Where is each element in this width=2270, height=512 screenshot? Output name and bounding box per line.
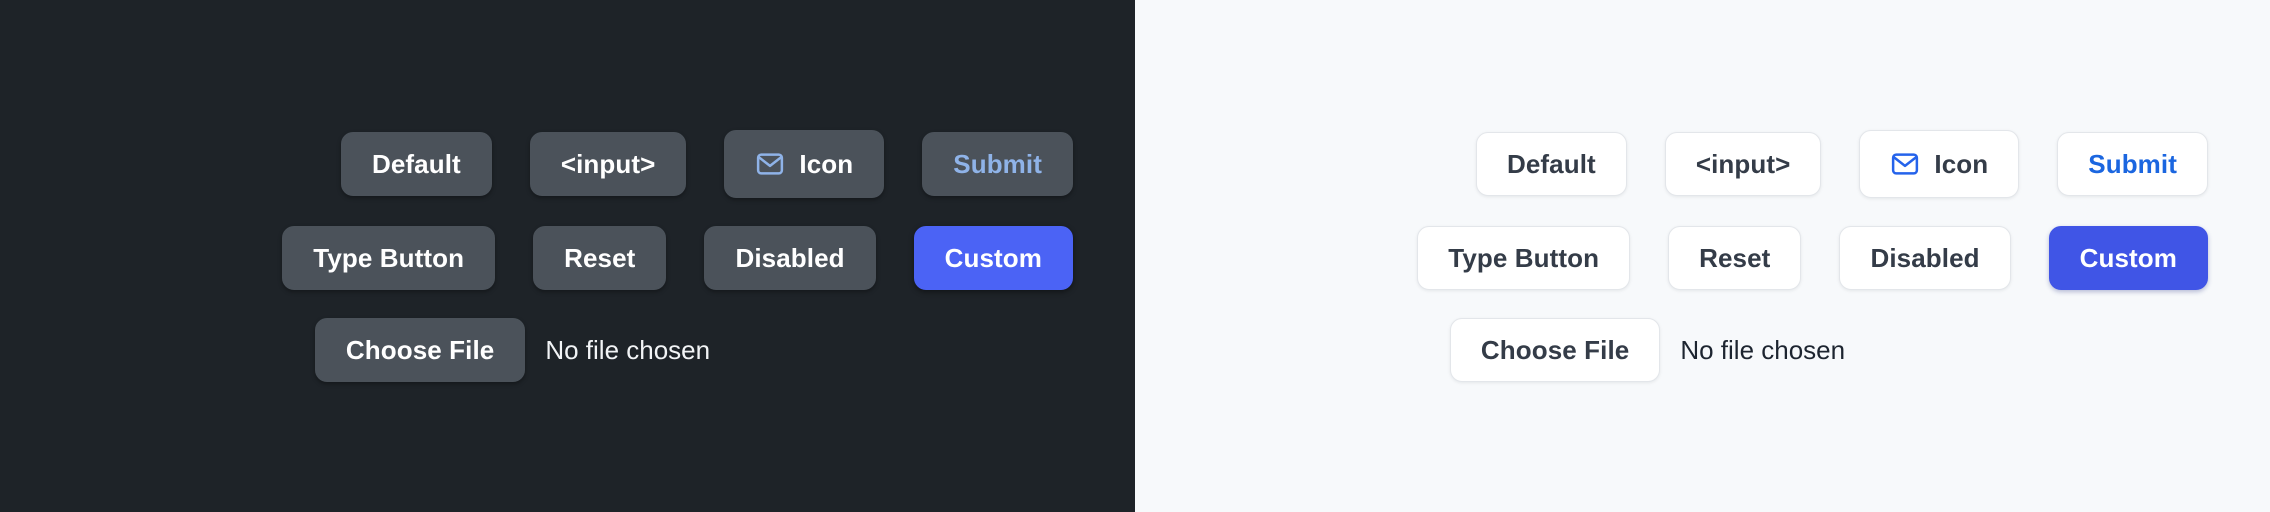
choose-file-label: Choose File bbox=[1480, 335, 1630, 365]
custom-button[interactable]: Custom bbox=[2048, 226, 2208, 290]
submit-button[interactable]: Submit bbox=[2057, 132, 2208, 196]
light-button-row-2: Type Button Reset Disabled Custom bbox=[1135, 226, 2208, 290]
default-button-label: Default bbox=[371, 149, 461, 179]
custom-button[interactable]: Custom bbox=[913, 226, 1073, 290]
light-button-groups: Default <input> Icon Submit Type Button … bbox=[1135, 130, 2214, 382]
file-status-text: No file chosen bbox=[1680, 335, 1846, 365]
file-status-text: No file chosen bbox=[545, 335, 711, 365]
light-button-row-1: Default <input> Icon Submit bbox=[1135, 130, 2208, 198]
submit-button-label: Submit bbox=[953, 149, 1042, 179]
default-button[interactable]: Default bbox=[340, 132, 492, 196]
input-button-label: <input> bbox=[1695, 149, 1791, 179]
choose-file-button[interactable]: Choose File bbox=[314, 318, 526, 382]
reset-button[interactable]: Reset bbox=[1668, 226, 1802, 290]
custom-button-label: Custom bbox=[2079, 243, 2177, 273]
choose-file-button[interactable]: Choose File bbox=[1449, 318, 1661, 382]
submit-button[interactable]: Submit bbox=[922, 132, 1073, 196]
icon-button-label: Icon bbox=[799, 149, 854, 179]
reset-button[interactable]: Reset bbox=[533, 226, 667, 290]
input-button[interactable]: <input> bbox=[1664, 132, 1822, 196]
disabled-button: Disabled bbox=[704, 226, 876, 290]
disabled-button: Disabled bbox=[1839, 226, 2011, 290]
icon-button[interactable]: Icon bbox=[724, 130, 885, 198]
choose-file-label: Choose File bbox=[345, 335, 495, 365]
light-file-row: Choose File No file chosen bbox=[1111, 318, 2208, 382]
input-button[interactable]: <input> bbox=[529, 132, 687, 196]
mail-icon bbox=[755, 149, 785, 179]
disabled-button-label: Disabled bbox=[1870, 243, 1980, 273]
dark-button-groups: Default <input> Icon Submit Type Button … bbox=[0, 130, 1079, 382]
input-button-label: <input> bbox=[560, 149, 656, 179]
type-button-label: Type Button bbox=[313, 243, 465, 273]
mail-icon bbox=[1890, 149, 1920, 179]
icon-button[interactable]: Icon bbox=[1859, 130, 2020, 198]
dark-button-row-1: Default <input> Icon Submit bbox=[0, 130, 1073, 198]
disabled-button-label: Disabled bbox=[735, 243, 845, 273]
dark-button-row-2: Type Button Reset Disabled Custom bbox=[0, 226, 1073, 290]
custom-button-label: Custom bbox=[944, 243, 1042, 273]
type-button[interactable]: Type Button bbox=[1417, 226, 1631, 290]
dark-file-row: Choose File No file chosen bbox=[0, 318, 1073, 382]
default-button[interactable]: Default bbox=[1475, 132, 1627, 196]
dark-theme-panel: Default <input> Icon Submit Type Button … bbox=[0, 0, 1135, 512]
reset-button-label: Reset bbox=[1699, 243, 1771, 273]
default-button-label: Default bbox=[1506, 149, 1596, 179]
submit-button-label: Submit bbox=[2088, 149, 2177, 179]
type-button-label: Type Button bbox=[1448, 243, 1600, 273]
icon-button-label: Icon bbox=[1934, 149, 1989, 179]
reset-button-label: Reset bbox=[564, 243, 636, 273]
type-button[interactable]: Type Button bbox=[282, 226, 496, 290]
light-theme-panel: Default <input> Icon Submit Type Button … bbox=[1135, 0, 2270, 512]
